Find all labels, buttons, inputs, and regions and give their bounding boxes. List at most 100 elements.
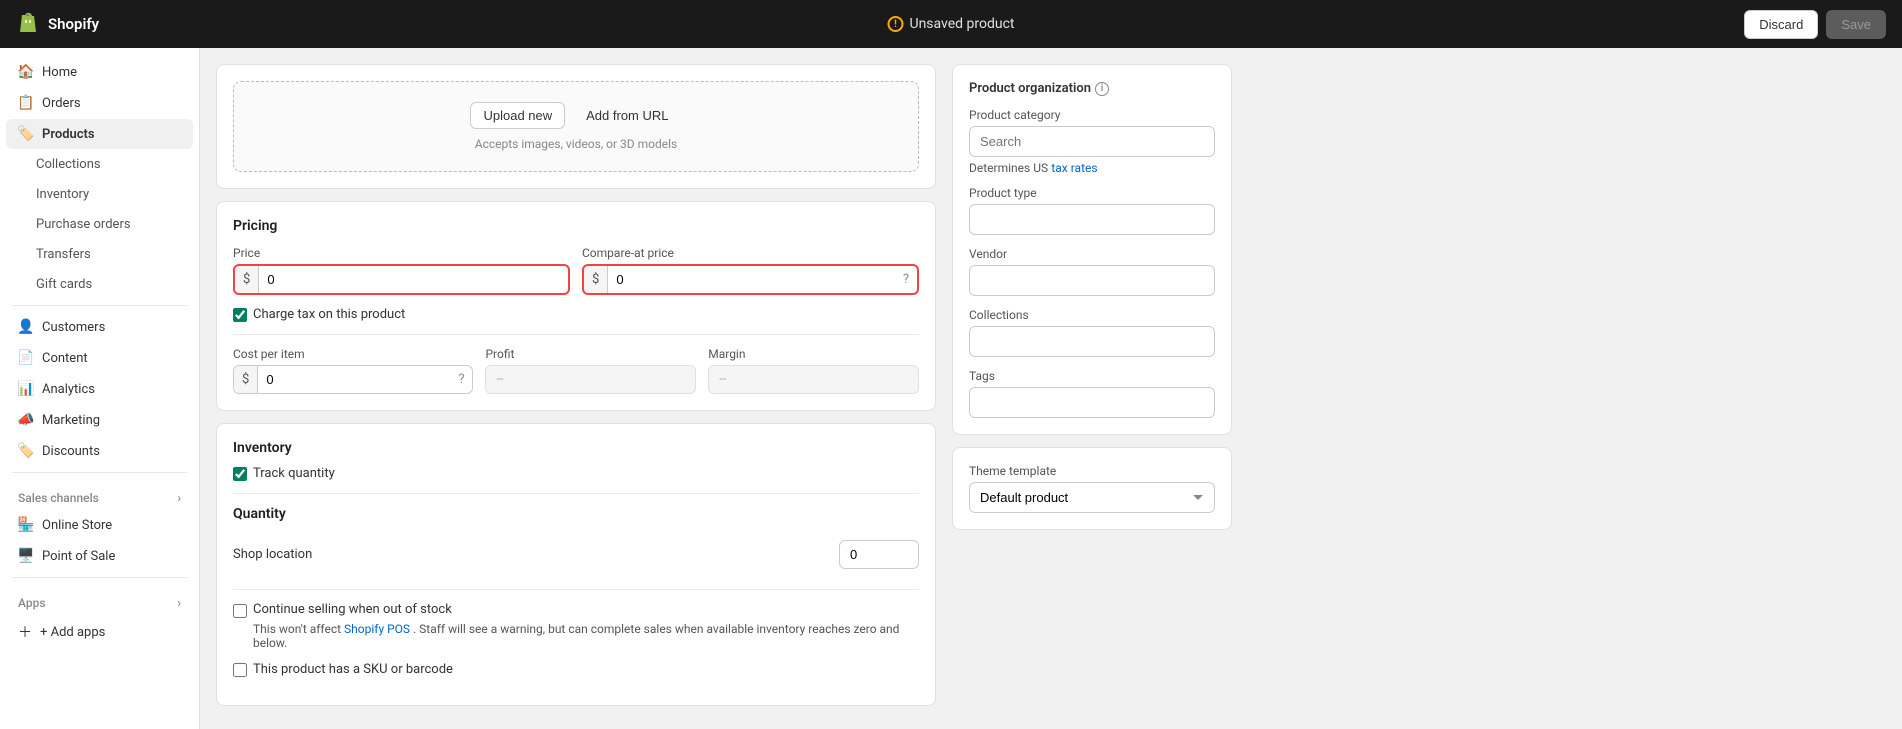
organization-info-icon[interactable]: i bbox=[1095, 82, 1109, 96]
inventory-card: Inventory Track quantity Quantity Shop l… bbox=[216, 423, 936, 706]
tax-rates-link[interactable]: tax rates bbox=[1051, 161, 1097, 175]
shopify-pos-link[interactable]: Shopify POS bbox=[344, 622, 410, 636]
app-body: 🏠 Home 📋 Orders 🏷️ Products Collections … bbox=[0, 48, 1902, 729]
sidebar-item-collections-label: Collections bbox=[36, 157, 101, 172]
margin-value: -- bbox=[708, 365, 919, 394]
sidebar-item-gift-cards[interactable]: Gift cards bbox=[6, 270, 193, 299]
sku-checkbox[interactable] bbox=[233, 663, 247, 677]
sidebar-item-add-apps[interactable]: ＋ + Add apps bbox=[6, 615, 193, 649]
sidebar-item-products[interactable]: 🏷️ Products bbox=[6, 119, 193, 149]
sales-channels-expand-icon[interactable]: › bbox=[177, 491, 181, 505]
sidebar-item-purchase-orders[interactable]: Purchase orders bbox=[6, 210, 193, 239]
compare-at-price-field-wrapper: $ ? bbox=[582, 264, 919, 295]
apps-label: Apps bbox=[18, 596, 46, 610]
charge-tax-checkbox[interactable] bbox=[233, 308, 247, 322]
apps-expand-icon[interactable]: › bbox=[177, 596, 181, 610]
add-apps-label: + Add apps bbox=[40, 625, 105, 640]
media-card: Upload new Add from URL Accepts images, … bbox=[216, 64, 936, 189]
price-input-wrapper: $ bbox=[235, 266, 568, 293]
shop-location-label: Shop location bbox=[233, 547, 312, 562]
sidebar-item-analytics[interactable]: 📊 Analytics bbox=[6, 374, 193, 404]
shopify-bag-icon bbox=[16, 12, 40, 36]
pricing-card: Pricing Price $ Compar bbox=[216, 201, 936, 411]
save-button[interactable]: Save bbox=[1826, 10, 1886, 39]
continue-selling-checkbox[interactable] bbox=[233, 604, 247, 618]
sidebar-item-transfers[interactable]: Transfers bbox=[6, 240, 193, 269]
sidebar-item-online-store-label: Online Store bbox=[42, 518, 112, 533]
track-quantity-label: Track quantity bbox=[253, 466, 335, 481]
sidebar-item-collections[interactable]: Collections bbox=[6, 150, 193, 179]
sidebar-item-content-label: Content bbox=[42, 351, 88, 366]
cost-input[interactable] bbox=[258, 366, 450, 393]
sidebar-item-analytics-label: Analytics bbox=[42, 382, 95, 397]
quantity-divider bbox=[233, 589, 919, 590]
margin-group: Margin -- bbox=[708, 347, 919, 394]
sidebar-item-inventory-label: Inventory bbox=[36, 187, 89, 202]
price-field-group: Price $ bbox=[233, 246, 570, 295]
theme-template-select[interactable]: Default product Custom template bbox=[969, 482, 1215, 513]
collections-input[interactable] bbox=[969, 326, 1215, 357]
home-icon: 🏠 bbox=[18, 64, 34, 80]
sidebar-item-transfers-label: Transfers bbox=[36, 247, 91, 262]
sales-channels-label: Sales channels bbox=[18, 491, 99, 505]
sales-channels-section: Sales channels › bbox=[0, 479, 199, 509]
sidebar-item-content[interactable]: 📄 Content bbox=[6, 343, 193, 373]
cost-prefix: $ bbox=[234, 366, 258, 393]
product-type-label: Product type bbox=[969, 186, 1215, 200]
sidebar-item-products-label: Products bbox=[42, 127, 95, 142]
media-upload-area: Upload new Add from URL Accepts images, … bbox=[233, 81, 919, 172]
continue-selling-hint: This won't affect Shopify POS . Staff wi… bbox=[233, 622, 919, 650]
tags-label: Tags bbox=[969, 369, 1215, 383]
add-apps-icon: ＋ bbox=[18, 622, 32, 642]
upload-new-button[interactable]: Upload new bbox=[470, 102, 565, 129]
compare-at-help-icon[interactable]: ? bbox=[895, 266, 917, 293]
inventory-divider bbox=[233, 493, 919, 494]
compare-at-price-label: Compare-at price bbox=[582, 246, 919, 260]
tags-input[interactable] bbox=[969, 387, 1215, 418]
sidebar-item-home[interactable]: 🏠 Home bbox=[6, 57, 193, 87]
sidebar-item-discounts[interactable]: 🏷️ Discounts bbox=[6, 436, 193, 466]
unsaved-warning-icon: ! bbox=[887, 16, 903, 32]
margin-label: Margin bbox=[708, 347, 919, 361]
center-column: Upload new Add from URL Accepts images, … bbox=[216, 64, 936, 713]
sku-row: This product has a SKU or barcode bbox=[233, 662, 919, 677]
product-category-input[interactable] bbox=[969, 126, 1215, 157]
vendor-input[interactable] bbox=[969, 265, 1215, 296]
product-category-label: Product category bbox=[969, 108, 1215, 122]
sidebar-item-online-store[interactable]: 🏪 Online Store bbox=[6, 510, 193, 540]
sidebar-divider-1 bbox=[12, 305, 187, 306]
sidebar-item-customers[interactable]: 👤 Customers bbox=[6, 312, 193, 342]
sidebar-item-point-of-sale[interactable]: 🖥️ Point of Sale bbox=[6, 541, 193, 571]
content-icon: 📄 bbox=[18, 350, 34, 366]
price-prefix: $ bbox=[235, 266, 259, 293]
shopify-wordmark: shopify bbox=[48, 15, 99, 33]
sidebar-item-orders[interactable]: 📋 Orders bbox=[6, 88, 193, 118]
cost-per-item-label: Cost per item bbox=[233, 347, 473, 361]
shop-location-input[interactable] bbox=[839, 540, 919, 569]
track-quantity-checkbox[interactable] bbox=[233, 467, 247, 481]
discard-button[interactable]: Discard bbox=[1744, 10, 1818, 39]
product-organization-title-text: Product organization bbox=[969, 81, 1091, 96]
marketing-icon: 📣 bbox=[18, 412, 34, 428]
compare-at-prefix: $ bbox=[584, 266, 608, 293]
online-store-icon: 🏪 bbox=[18, 517, 34, 533]
sku-label: This product has a SKU or barcode bbox=[253, 662, 453, 677]
profit-label: Profit bbox=[485, 347, 696, 361]
product-type-input[interactable] bbox=[969, 204, 1215, 235]
sidebar-item-marketing[interactable]: 📣 Marketing bbox=[6, 405, 193, 435]
price-field-wrapper: $ bbox=[233, 264, 570, 295]
price-input[interactable] bbox=[259, 266, 568, 293]
sidebar: 🏠 Home 📋 Orders 🏷️ Products Collections … bbox=[0, 48, 200, 729]
compare-at-price-input[interactable] bbox=[608, 266, 895, 293]
compare-at-price-field-group: Compare-at price $ ? bbox=[582, 246, 919, 295]
track-quantity-row: Track quantity bbox=[233, 466, 919, 481]
media-hint: Accepts images, videos, or 3D models bbox=[254, 137, 898, 151]
customers-icon: 👤 bbox=[18, 319, 34, 335]
cost-help-icon[interactable]: ? bbox=[450, 366, 472, 393]
sidebar-item-inventory[interactable]: Inventory bbox=[6, 180, 193, 209]
sidebar-item-purchase-orders-label: Purchase orders bbox=[36, 217, 131, 232]
quantity-section-title: Quantity bbox=[233, 506, 919, 522]
right-column: Product organization i Product category … bbox=[952, 64, 1232, 713]
pricing-divider bbox=[233, 334, 919, 335]
add-from-url-button[interactable]: Add from URL bbox=[573, 102, 681, 129]
